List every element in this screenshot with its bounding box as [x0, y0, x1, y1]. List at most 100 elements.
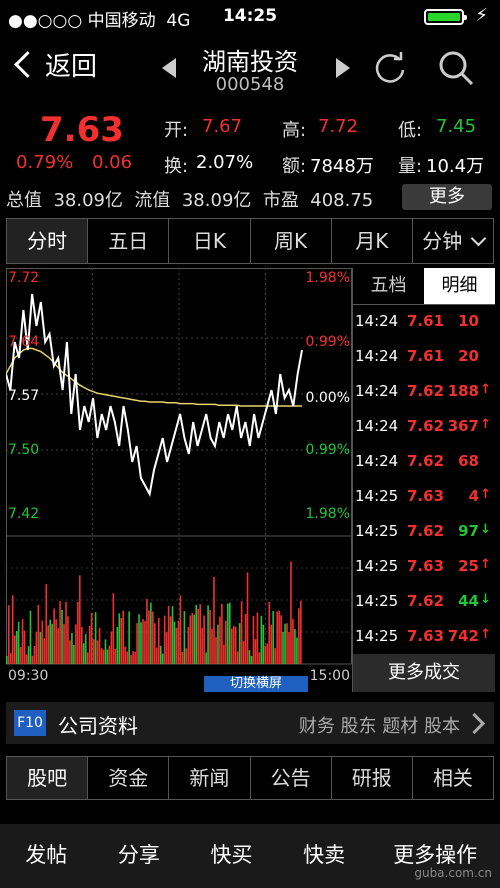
volume-bar [252, 615, 255, 664]
trade-direction-icon: ↑ [480, 382, 491, 397]
volume-bar [9, 652, 12, 664]
volume-bar [126, 651, 128, 664]
volume-bar [142, 619, 144, 664]
pct-label-bottom: 1.98% [305, 506, 350, 522]
tab-order-book[interactable]: 五档 [353, 268, 424, 304]
volume-bar [175, 627, 178, 664]
trade-row: 14:24 7.61 20 [353, 339, 495, 373]
trade-price: 7.62 [407, 382, 445, 400]
tab-related[interactable]: 相关 [413, 757, 493, 799]
quick-sell-button[interactable]: 快卖 [278, 824, 371, 888]
volume-bar [211, 628, 213, 664]
tab-minute[interactable]: 分钟 [413, 219, 493, 263]
company-info-row[interactable]: F10 公司资料 财务 股东 题材 股本 [6, 702, 494, 744]
next-stock-icon[interactable] [336, 58, 350, 78]
change-amount: 0.06 [92, 152, 133, 173]
volume-bar [244, 614, 247, 664]
tab-intraday[interactable]: 分时 [7, 219, 89, 263]
volume-bar [215, 637, 217, 664]
intraday-chart[interactable]: 7.72 7.64 7.57 7.50 7.42 1.98% 0.99% 0.0… [6, 268, 352, 692]
volume-bar [130, 655, 132, 664]
trade-time: 14:24 [355, 417, 399, 435]
turnover-label: 换: [164, 156, 189, 177]
trade-time: 14:24 [355, 312, 399, 330]
volume-bar [84, 633, 87, 664]
pct-label-mid: 0.00% [305, 390, 350, 406]
tab-trade-detail[interactable]: 明细 [424, 268, 495, 304]
trade-direction-icon: ↑ [480, 417, 491, 432]
volume-bar [86, 652, 89, 664]
trade-volume: 742 [447, 627, 479, 645]
trade-row: 14:25 7.63 4 ↑ [353, 479, 495, 513]
trade-direction-icon: ↓ [480, 592, 491, 607]
change-percent: 0.79% [16, 152, 74, 173]
volume-bar [280, 615, 282, 664]
company-info-links[interactable]: 财务 股东 题材 股本 [299, 712, 460, 738]
volume-bar [258, 652, 261, 664]
search-icon[interactable] [436, 48, 476, 88]
tab-research[interactable]: 研报 [332, 757, 413, 799]
volume-bar [298, 608, 300, 664]
volume-bar [53, 608, 55, 664]
amount-value: 7848万 [310, 156, 374, 177]
trade-volume: 10 [458, 312, 479, 330]
tab-news[interactable]: 新闻 [169, 757, 251, 799]
refresh-icon[interactable] [372, 50, 408, 86]
volume-bar [39, 632, 42, 664]
tab-daily-k[interactable]: 日K [169, 219, 251, 263]
volume-bar [65, 601, 67, 664]
info-tabs: 股吧 资金 新闻 公告 研报 相关 [6, 756, 494, 800]
stock-name: 湖南投资 [202, 48, 298, 76]
volume-bar [128, 611, 130, 664]
volume-bar [274, 648, 276, 664]
tab-announcements[interactable]: 公告 [251, 757, 332, 799]
volume-bar [122, 610, 125, 664]
trade-volume: 97 [458, 522, 479, 540]
volume-bar [51, 624, 53, 664]
more-button[interactable]: 更多 [402, 184, 492, 210]
volume-bar [15, 631, 18, 664]
volume-bar [276, 611, 278, 664]
trade-row: 14:25 7.63 25 ↑ [353, 549, 495, 583]
trade-price: 7.63 [407, 487, 445, 505]
volume-bar [144, 621, 146, 664]
volume-bar [167, 605, 170, 664]
trade-price: 7.62 [407, 452, 445, 470]
more-trades-button[interactable]: 更多成交 [353, 654, 495, 692]
post-button[interactable]: 发帖 [0, 824, 93, 888]
trade-row: 14:25 7.62 97 ↓ [353, 514, 495, 548]
volume-bar [185, 648, 188, 664]
volume-bar [92, 639, 95, 664]
volume-bar [195, 604, 198, 664]
tab-funds[interactable]: 资金 [88, 757, 170, 799]
tab-monthly-k[interactable]: 月K [332, 219, 413, 263]
volume-bar [290, 561, 292, 664]
tab-five-day[interactable]: 五日 [88, 219, 170, 263]
volume-bar [104, 639, 107, 664]
volume-bar [236, 651, 239, 664]
trade-price: 7.61 [407, 347, 445, 365]
volume-bar [148, 610, 150, 664]
volume-bar [213, 576, 215, 664]
pct-label-lower: 0.99% [305, 442, 350, 458]
volume-bar [262, 624, 265, 664]
quick-buy-button[interactable]: 快买 [185, 824, 278, 888]
volume-bar [197, 609, 200, 664]
tab-forum[interactable]: 股吧 [7, 757, 89, 799]
average-price-line [6, 347, 302, 407]
volume-bar [292, 619, 294, 664]
volume-bar [179, 595, 182, 664]
volume-bar [187, 626, 190, 664]
share-button[interactable]: 分享 [93, 824, 186, 888]
volume-bar [132, 651, 134, 664]
trade-panel: 五档 明细 14:24 7.61 10 14:24 7.61 20 14:24 7.62 188… [352, 268, 495, 692]
tab-weekly-k[interactable]: 周K [251, 219, 332, 263]
volume-bar [159, 645, 162, 664]
volume-bar [266, 643, 269, 664]
volume-bar [102, 649, 105, 664]
landscape-toggle-button[interactable]: 切换横屏 [204, 676, 308, 692]
volume-bar [11, 595, 14, 664]
volume-bar [242, 641, 245, 664]
volume-bar [13, 635, 16, 664]
trade-volume: 367 [447, 417, 479, 435]
